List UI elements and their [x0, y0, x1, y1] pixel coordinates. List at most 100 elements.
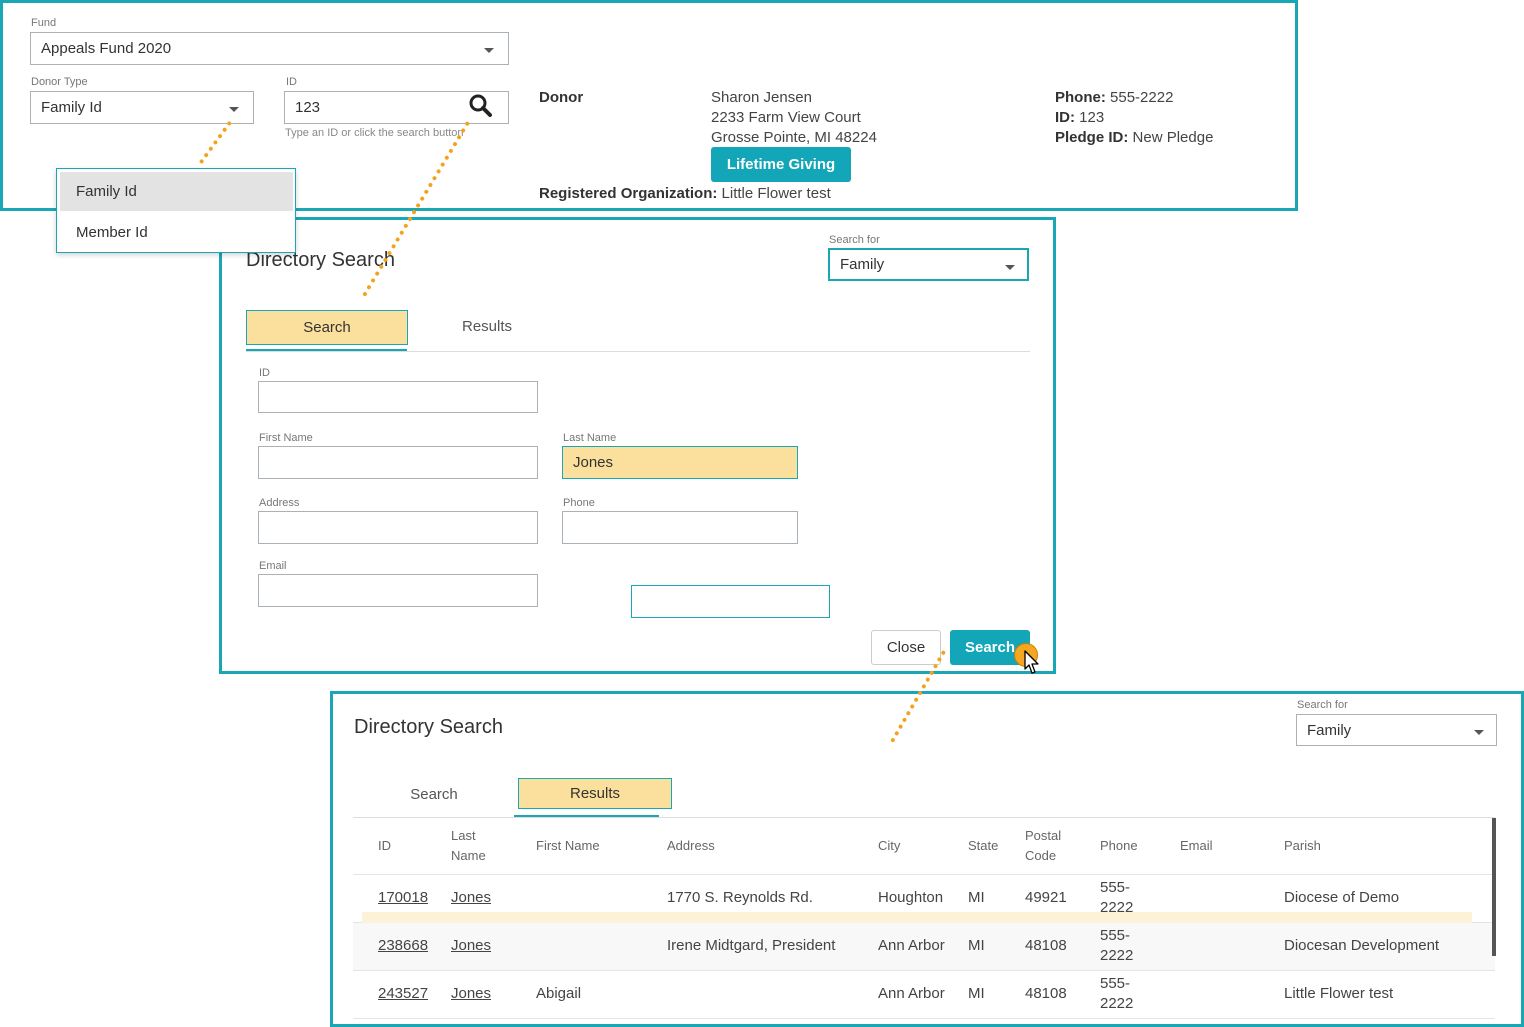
- col-header-id[interactable]: ID: [378, 836, 391, 856]
- lifetime-giving-button[interactable]: Lifetime Giving: [711, 147, 851, 182]
- donor-type-value: Family Id: [41, 99, 102, 116]
- row-postal: 49921: [1025, 889, 1067, 906]
- id-label: ID: [286, 76, 297, 88]
- last-name-field[interactable]: Jones: [562, 446, 798, 479]
- donor-type-label: Donor Type: [31, 76, 88, 88]
- id-value: 123: [295, 99, 321, 116]
- donor-heading: Donor: [539, 89, 584, 106]
- chevron-down-icon: [1005, 265, 1015, 270]
- row-id-link[interactable]: 238668: [378, 936, 428, 956]
- col-header-last-name[interactable]: Last Name: [451, 826, 491, 866]
- row-parish: Diocese of Demo: [1284, 889, 1400, 906]
- results-tab-results[interactable]: Results: [518, 778, 672, 809]
- col-header-email[interactable]: Email: [1180, 836, 1213, 856]
- row-address: Irene Midtgard, President: [667, 937, 836, 954]
- results-dialog-title: Directory Search: [354, 716, 503, 738]
- first-name-label: First Name: [259, 432, 313, 444]
- pledge-id: Pledge ID: New Pledge: [1055, 129, 1213, 146]
- donor-id-label: ID:: [1055, 109, 1075, 126]
- row-state: MI: [968, 889, 985, 906]
- donor-id-value: 123: [1079, 109, 1105, 126]
- col-header-first-name[interactable]: First Name: [536, 836, 600, 856]
- results-tab-search[interactable]: Search: [370, 778, 498, 810]
- id-field[interactable]: [258, 381, 538, 413]
- table-header-row: [353, 818, 1495, 875]
- donor-type-select[interactable]: Family Id: [30, 91, 254, 124]
- chevron-down-icon: [229, 107, 239, 112]
- first-name-field[interactable]: [258, 446, 538, 479]
- row-address: 1770 S. Reynolds Rd.: [667, 889, 813, 906]
- phone-field-label: Phone: [563, 497, 595, 509]
- donor-id: ID: 123: [1055, 109, 1104, 126]
- row-state: MI: [968, 985, 985, 1002]
- row-first-name: Abigail: [536, 985, 582, 1002]
- search-for-value: Family: [840, 256, 885, 273]
- id-hint: Type an ID or click the search button: [285, 127, 464, 139]
- tab-search-label: Search: [303, 319, 351, 336]
- col-header-state[interactable]: State: [968, 836, 998, 856]
- col-header-city[interactable]: City: [878, 836, 900, 856]
- col-header-parish[interactable]: Parish: [1284, 836, 1321, 856]
- id-field-label: ID: [259, 367, 270, 379]
- last-name-value: Jones: [573, 454, 614, 471]
- results-search-for-value: Family: [1307, 721, 1352, 739]
- registered-org-value: Little Flower test: [721, 185, 831, 202]
- fund-label: Fund: [31, 17, 57, 29]
- scrollbar[interactable]: [1492, 818, 1496, 956]
- results-tab-results-label: Results: [569, 785, 621, 802]
- col-header-address[interactable]: Address: [667, 836, 715, 856]
- registered-org: Registered Organization: Little Flower t…: [539, 185, 831, 202]
- chevron-down-icon: [1474, 730, 1484, 735]
- search-for-label: Search for: [829, 234, 880, 246]
- donor-type-dropdown: Family Id Member Id: [56, 168, 296, 253]
- donor-name: Sharon Jensen: [711, 89, 812, 106]
- blank-field[interactable]: [631, 585, 830, 618]
- row-phone: 555-2222: [1100, 879, 1134, 916]
- phone-label: Phone:: [1055, 89, 1106, 106]
- results-tab-search-label: Search: [410, 785, 458, 803]
- row-phone: 555-2222: [1100, 927, 1134, 964]
- row-last-name-link[interactable]: Jones: [451, 936, 491, 956]
- row-last-name-link[interactable]: Jones: [451, 888, 491, 908]
- tab-divider: [246, 351, 1030, 352]
- tab-search[interactable]: Search: [246, 310, 408, 345]
- col-header-phone[interactable]: Phone: [1100, 836, 1138, 856]
- col-header-postal-code[interactable]: Postal Code: [1025, 826, 1070, 866]
- search-icon[interactable]: [468, 93, 494, 119]
- row-state: MI: [968, 937, 985, 954]
- row-city: Ann Arbor: [878, 985, 945, 1002]
- row-city: Ann Arbor: [878, 937, 945, 954]
- pledge-id-value: New Pledge: [1132, 129, 1214, 146]
- dropdown-option-family-id[interactable]: Family Id: [60, 172, 293, 211]
- registered-org-label: Registered Organization:: [539, 185, 718, 202]
- address-field[interactable]: [258, 511, 538, 544]
- address-label: Address: [259, 497, 300, 509]
- results-search-for-label: Search for: [1297, 699, 1348, 711]
- row-postal: 48108: [1025, 985, 1067, 1002]
- fund-value: Appeals Fund 2020: [41, 40, 172, 57]
- phone-field[interactable]: [562, 511, 798, 544]
- cursor-icon: [1024, 650, 1039, 674]
- search-for-select[interactable]: Family: [828, 248, 1029, 281]
- row-phone: 555-2222: [1100, 975, 1134, 1012]
- row-city: Houghton: [878, 889, 944, 906]
- tab-results[interactable]: Results: [422, 310, 552, 343]
- fund-select[interactable]: Appeals Fund 2020: [30, 32, 509, 65]
- email-label: Email: [259, 560, 287, 572]
- row-id-link[interactable]: 243527: [378, 984, 428, 1004]
- phone-value: 555-2222: [1110, 89, 1174, 106]
- last-name-label: Last Name: [563, 432, 617, 444]
- email-field[interactable]: [258, 574, 538, 607]
- donor-address-line2: Grosse Pointe, MI 48224: [711, 129, 877, 146]
- dropdown-option-member-id[interactable]: Member Id: [60, 213, 293, 251]
- row-postal: 48108: [1025, 937, 1067, 954]
- dropdown-option-label: Member Id: [76, 223, 148, 241]
- row-id-link[interactable]: 170018: [378, 888, 428, 908]
- row-parish: Diocesan Development: [1284, 937, 1440, 954]
- donor-address-line1: 2233 Farm View Court: [711, 109, 861, 126]
- close-button[interactable]: Close: [871, 630, 941, 665]
- dropdown-option-label: Family Id: [76, 183, 137, 200]
- row-last-name-link[interactable]: Jones: [451, 984, 491, 1004]
- donor-phone: Phone: 555-2222: [1055, 89, 1173, 106]
- results-search-for-select[interactable]: Family: [1296, 714, 1497, 746]
